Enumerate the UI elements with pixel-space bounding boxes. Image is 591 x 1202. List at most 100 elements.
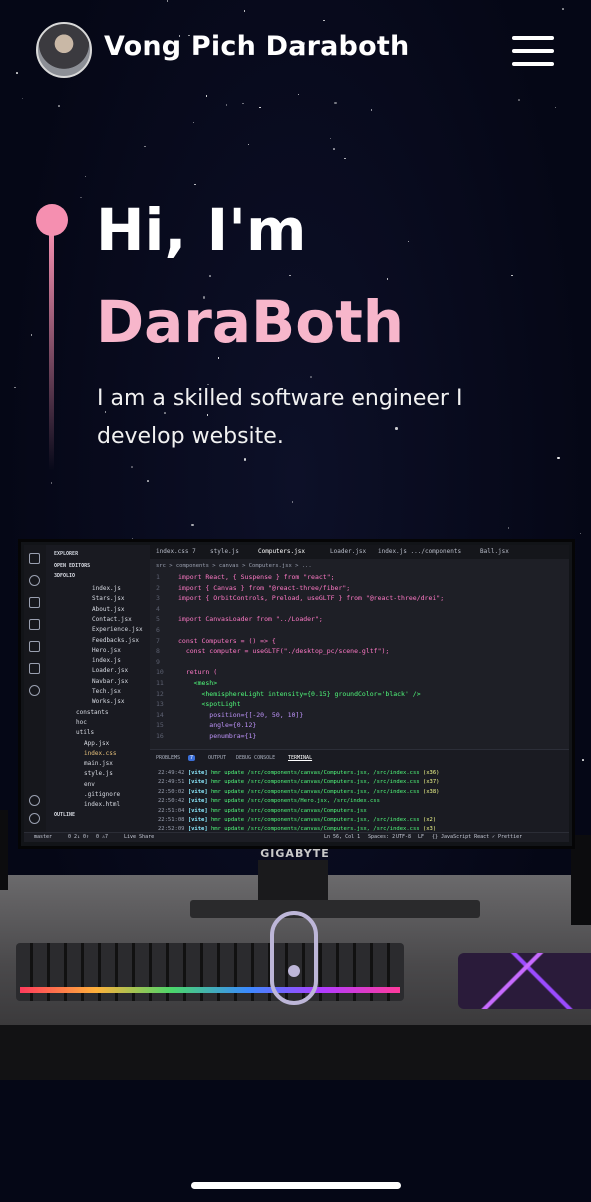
star (557, 456, 560, 460)
explorer-file[interactable]: Stars.jsx (92, 595, 125, 605)
status-item[interactable]: master (34, 834, 52, 840)
explorer-file[interactable]: .gitignore (84, 791, 120, 801)
explorer-file[interactable]: Tech.jsx (92, 688, 121, 698)
terminal-line: 22:50:02 [vite] hmr update /src/componen… (158, 789, 439, 798)
status-item[interactable]: Live Share (124, 834, 154, 840)
explorer-file[interactable]: Contact.jsx (92, 616, 132, 626)
home-indicator[interactable] (191, 1182, 401, 1189)
panel-tab[interactable]: DEBUG CONSOLE (236, 755, 275, 761)
status-item[interactable]: UTF-8 (396, 834, 411, 840)
terminal-count: (x38) (422, 788, 440, 795)
star (144, 145, 146, 148)
explorer-file[interactable]: index.css (84, 750, 117, 760)
line-number: 3 (156, 594, 160, 603)
star (511, 274, 513, 277)
explorer-file[interactable]: style.js (84, 770, 113, 780)
editor-tab[interactable]: Ball.jsx (480, 548, 509, 555)
star (14, 386, 16, 389)
editor-tab[interactable]: index.js .../components (378, 548, 461, 555)
scroll-down-icon[interactable] (270, 911, 318, 1005)
line-number: 1 (156, 573, 160, 581)
explorer-title: EXPLORER (54, 551, 79, 557)
terminal-message: hmr update /src/components/canvas/Comput… (211, 817, 423, 823)
terminal-message: hmr update /src/components/canvas/Comput… (211, 779, 423, 786)
mousepad (458, 953, 591, 1009)
problems-count-badge: 7 (188, 755, 196, 761)
status-item[interactable]: LF (418, 834, 424, 840)
explorer-file[interactable]: About.jsx (92, 606, 125, 616)
editor-tab[interactable]: style.js (210, 548, 239, 555)
explorer-file[interactable]: App.jsx (84, 740, 109, 750)
status-item[interactable]: ✓ Prettier (492, 834, 522, 840)
code-text: <mesh> (178, 679, 218, 687)
terminal-time: 22:49:51 (158, 779, 188, 786)
line-number: 16 (156, 732, 164, 740)
explorer-file[interactable]: Hero.jsx (92, 647, 121, 657)
panel-tab[interactable]: TERMINAL (288, 755, 312, 761)
editor-tab[interactable]: Loader.jsx (330, 548, 366, 555)
activity-bar (24, 545, 46, 832)
status-item[interactable]: 0 2↓ 0↑ (68, 834, 89, 840)
star (329, 137, 332, 140)
code-text: <spotLight (178, 700, 241, 709)
brand-name[interactable]: Vong Pich Daraboth (104, 31, 409, 62)
explorer-file[interactable]: env (84, 781, 95, 791)
explorer-file[interactable]: main.jsx (84, 760, 113, 770)
explorer-file[interactable]: index.js (92, 585, 121, 595)
star (579, 532, 582, 535)
panel-tab[interactable]: OUTPUT (208, 755, 226, 761)
star (291, 501, 294, 503)
hamburger-menu-icon[interactable] (512, 36, 554, 66)
explorer-file[interactable]: constants (76, 709, 109, 719)
remote-icon (29, 663, 40, 674)
explorer-file[interactable]: Feedbacks.jsx (92, 637, 139, 647)
explorer-file[interactable]: OUTLINE (54, 812, 75, 822)
terminal-line: 22:49:51 [vite] hmr update /src/componen… (158, 779, 439, 788)
code-line: 16 penumbra={1} (156, 732, 256, 742)
avatar[interactable] (36, 22, 92, 78)
code-text: const computer = useGLTF("./desktop_pc/s… (178, 647, 390, 656)
star (247, 143, 250, 146)
explorer-file[interactable]: utils (76, 729, 94, 739)
star (30, 334, 33, 336)
explorer-file[interactable]: Loader.jsx (92, 667, 128, 677)
editor-tab[interactable]: index.css 7 (156, 548, 196, 555)
code-editor: EXPLORER OPEN EDITORS 3DFOLIO index.js St… (24, 545, 569, 842)
explorer-file[interactable]: index.js (92, 657, 121, 667)
code-line: 2 import { Canvas } from "@react-three/fi… (156, 584, 350, 594)
star (194, 183, 196, 186)
terminal-count: (x36) (422, 770, 440, 776)
editor-tabs: index.css 7 style.js Computers.jsx Loader.j… (150, 545, 569, 559)
status-bar: master 0 2↓ 0↑ 0 ⚠7 Live Share Ln 56, Col 1 S… (24, 832, 569, 842)
status-item[interactable]: 0 ⚠7 (96, 834, 108, 840)
line-number: 15 (156, 721, 164, 730)
code-line: 8 const computer = useGLTF("./desktop_pc… (156, 647, 389, 657)
star (259, 106, 261, 109)
monitor-stand (258, 860, 328, 902)
status-item[interactable]: Spaces: 2 (368, 834, 395, 840)
explorer-file[interactable]: index.html (84, 801, 120, 811)
monitor-screen: EXPLORER OPEN EDITORS 3DFOLIO index.js St… (18, 539, 575, 849)
editor-tab[interactable]: Computers.jsx (258, 548, 305, 555)
terminal-tag: [vite] (187, 807, 211, 814)
explorer-file[interactable]: Navbar.jsx (92, 678, 128, 688)
terminal-tag: [vite] (187, 788, 211, 795)
settings-icon (29, 813, 40, 824)
code-text: penumbra={1} (178, 732, 257, 740)
computer-3d-scene[interactable]: EXPLORER OPEN EDITORS 3DFOLIO index.js St… (0, 535, 591, 1080)
explorer-file[interactable]: Works.jsx (92, 698, 125, 708)
terminal-count: (x2) (422, 817, 437, 823)
monitor-base (190, 900, 480, 918)
code-text: const Computers = () => { (178, 636, 276, 645)
star (50, 482, 53, 484)
status-item[interactable]: {} JavaScript React (432, 834, 489, 840)
explorer-file[interactable]: hoc (76, 719, 87, 729)
line-number: 12 (156, 689, 164, 698)
status-item[interactable]: Ln 56, Col 1 (324, 834, 360, 840)
explorer-file[interactable]: Experience.jsx (92, 626, 143, 636)
panel-tab[interactable]: PROBLEMS (156, 755, 180, 761)
terminal-time: 22:50:02 (158, 788, 188, 795)
source-control-icon (29, 597, 40, 608)
account-icon (29, 795, 40, 806)
open-editors: OPEN EDITORS (54, 563, 91, 569)
